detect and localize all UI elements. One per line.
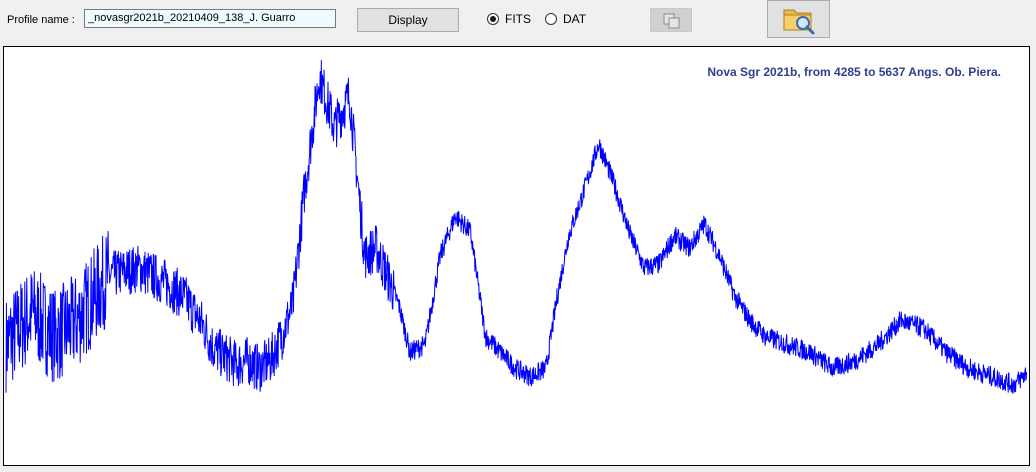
copy-icon xyxy=(663,13,680,29)
profile-name-input[interactable]: _novasgr2021b_20210409_138_J. Guarro xyxy=(84,9,336,28)
dat-radio-label: DAT xyxy=(563,12,587,26)
folder-search-icon xyxy=(783,9,815,35)
series-line xyxy=(5,60,1028,394)
chart-title: Nova Sgr 2021b, from 4285 to 5637 Angs. … xyxy=(707,65,1001,79)
dat-radio[interactable]: DAT xyxy=(545,12,586,26)
profile-name-label: Profile name : xyxy=(7,14,75,26)
spectrum-plot: Nova Sgr 2021b, from 4285 to 5637 Angs. … xyxy=(3,46,1030,466)
toolbar: Profile name : _novasgr2021b_20210409_13… xyxy=(0,0,1036,46)
copy-button[interactable] xyxy=(650,8,692,32)
fits-radio-dot[interactable] xyxy=(487,13,499,25)
dat-radio-dot[interactable] xyxy=(545,13,557,25)
display-button[interactable]: Display xyxy=(357,8,459,32)
open-file-button[interactable] xyxy=(767,0,830,38)
fits-radio[interactable]: FITS xyxy=(487,12,531,26)
spectrum-chart: Nova Sgr 2021b, from 4285 to 5637 Angs. … xyxy=(5,60,1028,394)
fits-radio-label: FITS xyxy=(505,12,531,26)
